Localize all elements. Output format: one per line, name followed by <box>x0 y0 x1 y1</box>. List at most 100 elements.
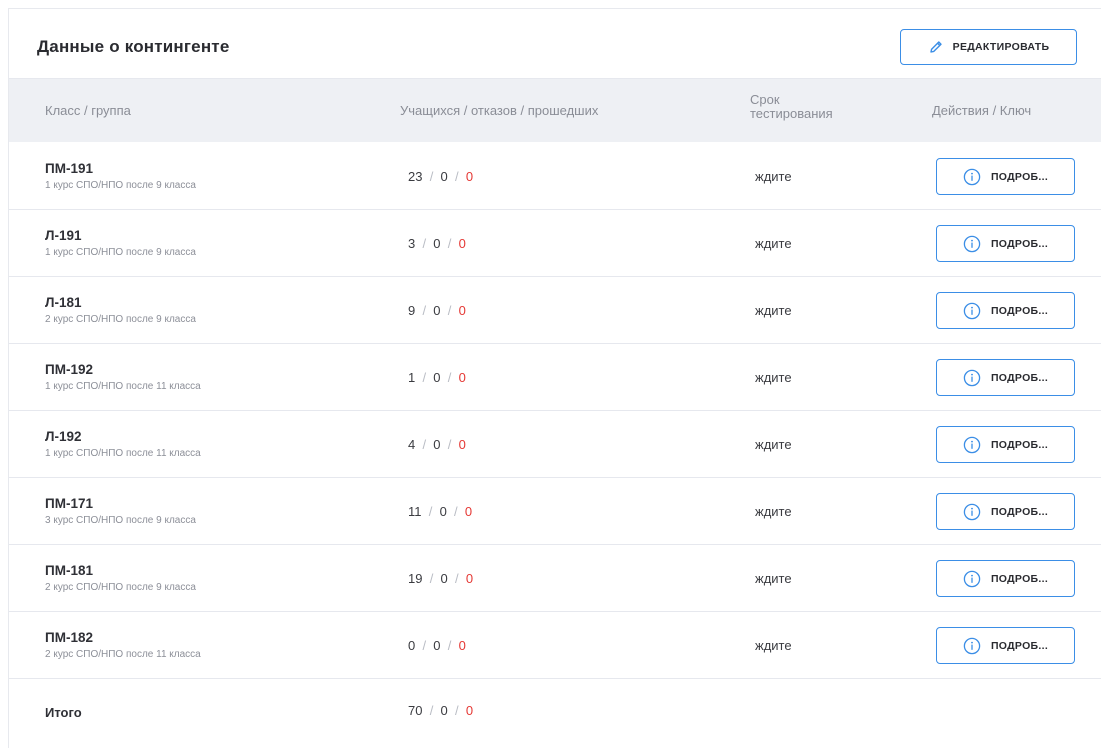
info-circle-icon <box>963 235 981 252</box>
group-description: 2 курс СПО/НПО после 9 класса <box>45 314 196 325</box>
details-button-label: ПОДРОБ... <box>990 170 1049 183</box>
passed-count: 0 <box>465 169 474 184</box>
group-name: Л-191 <box>45 228 82 243</box>
table-row: Л-191 1 курс СПО/НПО после 9 класса 3 / 0 … <box>9 210 1101 277</box>
pencil-icon <box>929 41 942 53</box>
group-description: 3 курс СПО/НПО после 9 класса <box>45 515 196 526</box>
group-description: 1 курс СПО/НПО после 9 класса <box>45 247 196 258</box>
info-circle-icon <box>963 503 981 520</box>
passed-count: 0 <box>458 638 466 653</box>
refused-count: 0 <box>433 437 441 452</box>
group-counts: 3 / 0 / 0 <box>408 236 466 251</box>
details-button-label: ПОДРОБ... <box>990 304 1049 317</box>
refused-count: 0 <box>433 236 441 251</box>
page-title: Данные о контингенте <box>37 37 230 56</box>
table-row: ПМ-192 1 курс СПО/НПО после 11 класса 1 / … <box>9 344 1101 411</box>
test-deadline: ждите <box>755 370 792 385</box>
refused-count: 0 <box>439 504 447 519</box>
details-button[interactable]: ПОДРОБ... <box>936 627 1075 664</box>
column-header-group: Класс / группа <box>45 103 131 118</box>
group-counts: 4 / 0 / 0 <box>408 437 466 452</box>
group-counts: 1 / 0 / 0 <box>408 370 466 385</box>
table-row: Л-181 2 курс СПО/НПО после 9 класса 9 / 0 … <box>9 277 1101 344</box>
group-description: 1 курс СПО/НПО после 11 класса <box>45 381 201 392</box>
column-header-deadline: Срок тестирования <box>750 93 870 121</box>
students-count: 11 <box>408 504 422 519</box>
passed-count: 0 <box>464 504 473 519</box>
info-circle-icon <box>963 570 981 587</box>
group-counts: 23 / 0 / 0 <box>408 169 474 184</box>
group-description: 2 курс СПО/НПО после 9 класса <box>45 582 196 593</box>
details-button[interactable]: ПОДРОБ... <box>936 292 1075 329</box>
table-row: ПМ-182 2 курс СПО/НПО после 11 класса 0 / … <box>9 612 1101 679</box>
total-row: Итого 70 / 0 / 0 <box>9 678 1101 748</box>
info-circle-icon <box>963 436 981 453</box>
group-name: ПМ-182 <box>45 630 93 645</box>
refused-count: 0 <box>440 571 448 586</box>
column-header-students: Учащихся / отказов / прошедших <box>400 103 599 118</box>
group-counts: 19 / 0 / 0 <box>408 571 474 586</box>
group-name: ПМ-191 <box>45 161 93 176</box>
test-deadline: ждите <box>755 437 792 452</box>
group-name: Л-192 <box>45 429 82 444</box>
total-label: Итого <box>45 705 82 720</box>
details-button[interactable]: ПОДРОБ... <box>936 560 1075 597</box>
edit-button-label: РЕДАКТИРОВАТЬ <box>952 41 1050 53</box>
info-circle-icon <box>963 369 981 386</box>
column-header-deadline-line2: тестирования <box>750 106 833 121</box>
refused-count: 0 <box>433 638 441 653</box>
group-counts: 11 / 0 / 0 <box>408 504 473 519</box>
students-count: 19 <box>408 571 423 586</box>
passed-count: 0 <box>458 437 466 452</box>
passed-count: 0 <box>458 370 466 385</box>
card-header: Данные о контингенте РЕДАКТИРОВАТЬ <box>9 9 1101 79</box>
group-counts: 9 / 0 / 0 <box>408 303 466 318</box>
refused-count: 0 <box>433 303 441 318</box>
table-header: Класс / группа Учащихся / отказов / прош… <box>9 79 1101 142</box>
table-row: ПМ-171 3 курс СПО/НПО после 9 класса 11 / … <box>9 478 1101 545</box>
group-description: 1 курс СПО/НПО после 9 класса <box>45 180 196 191</box>
total-refused: 0 <box>440 703 448 718</box>
table-row: ПМ-191 1 курс СПО/НПО после 9 класса 23 / … <box>9 143 1101 210</box>
test-deadline: ждите <box>755 169 792 184</box>
details-button[interactable]: ПОДРОБ... <box>936 426 1075 463</box>
group-name: Л-181 <box>45 295 82 310</box>
table-row: Л-192 1 курс СПО/НПО после 11 класса 4 / 0… <box>9 411 1101 478</box>
group-name: ПМ-171 <box>45 496 93 511</box>
info-circle-icon <box>963 637 981 654</box>
test-deadline: ждите <box>755 504 792 519</box>
passed-count: 0 <box>458 303 466 318</box>
group-description: 1 курс СПО/НПО после 11 класса <box>45 448 201 459</box>
total-students: 70 <box>408 703 423 718</box>
contingent-card: Данные о контингенте РЕДАКТИРОВАТЬ Класс… <box>8 8 1101 748</box>
info-circle-icon <box>963 302 981 319</box>
refused-count: 0 <box>440 169 448 184</box>
refused-count: 0 <box>433 370 441 385</box>
details-button-label: ПОДРОБ... <box>990 438 1049 451</box>
details-button[interactable]: ПОДРОБ... <box>936 158 1075 195</box>
total-counts: 70 / 0 / 0 <box>408 703 474 718</box>
table-row: ПМ-181 2 курс СПО/НПО после 9 класса 19 / … <box>9 545 1101 612</box>
group-counts: 0 / 0 / 0 <box>408 638 466 653</box>
test-deadline: ждите <box>755 303 792 318</box>
column-header-deadline-line1: Срок <box>750 92 780 107</box>
details-button-label: ПОДРОБ... <box>990 505 1049 518</box>
edit-button[interactable]: РЕДАКТИРОВАТЬ <box>900 29 1077 65</box>
details-button-label: ПОДРОБ... <box>990 371 1049 384</box>
students-count: 23 <box>408 169 423 184</box>
test-deadline: ждите <box>755 236 792 251</box>
details-button-label: ПОДРОБ... <box>990 639 1049 652</box>
details-button[interactable]: ПОДРОБ... <box>936 225 1075 262</box>
passed-count: 0 <box>458 236 466 251</box>
details-button[interactable]: ПОДРОБ... <box>936 493 1075 530</box>
details-button[interactable]: ПОДРОБ... <box>936 359 1075 396</box>
details-button-label: ПОДРОБ... <box>990 237 1049 250</box>
info-circle-icon <box>963 168 981 185</box>
group-name: ПМ-181 <box>45 563 93 578</box>
column-header-actions: Действия / Ключ <box>932 103 1032 118</box>
details-button-label: ПОДРОБ... <box>990 572 1049 585</box>
group-description: 2 курс СПО/НПО после 11 класса <box>45 649 201 660</box>
test-deadline: ждите <box>755 571 792 586</box>
group-name: ПМ-192 <box>45 362 93 377</box>
passed-count: 0 <box>465 571 474 586</box>
